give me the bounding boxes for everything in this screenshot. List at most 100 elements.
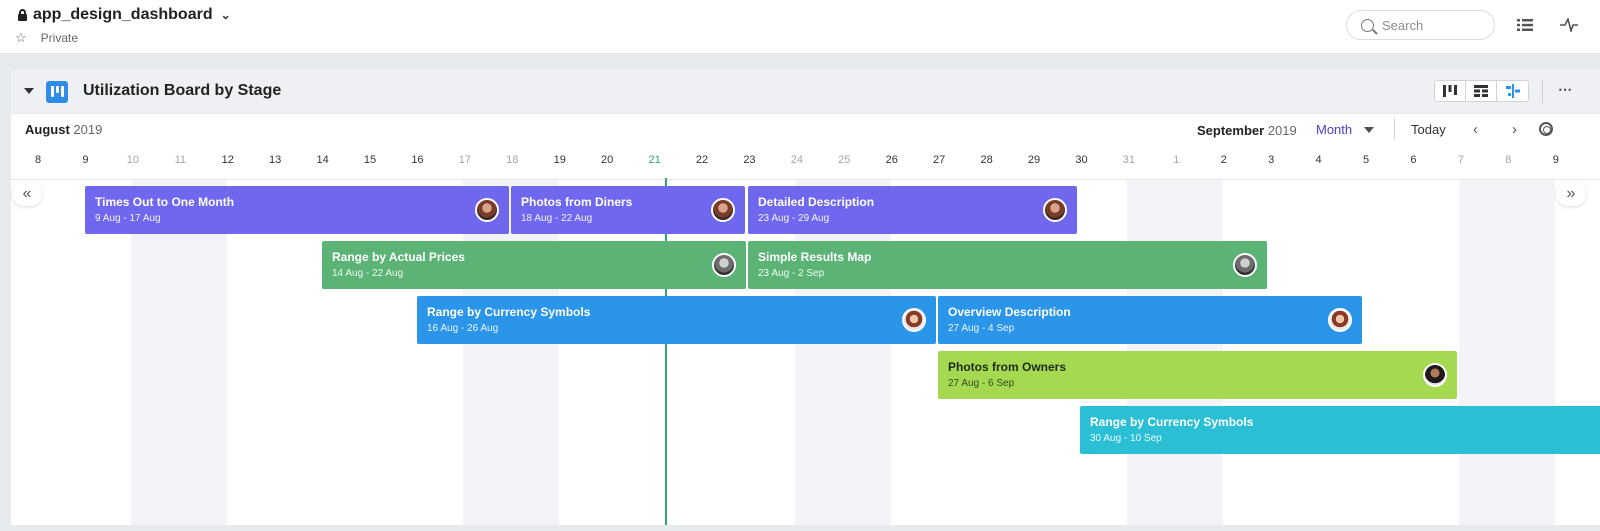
task-bar[interactable]: Simple Results Map 23 Aug - 2 Sep	[748, 241, 1267, 289]
task-dates: 16 Aug - 26 Aug	[427, 323, 499, 334]
board-view-icon[interactable]	[1435, 81, 1466, 101]
avatar[interactable]	[1043, 198, 1067, 222]
avatar[interactable]	[1328, 308, 1352, 332]
day-label: 12	[221, 154, 234, 166]
today-button[interactable]: Today	[1411, 122, 1446, 137]
task-bar[interactable]: Photos from Diners 18 Aug - 22 Aug	[511, 186, 745, 234]
task-bar[interactable]: Range by Currency Symbols 16 Aug - 26 Au…	[417, 296, 936, 344]
day-label: 26	[885, 154, 898, 166]
task-bar[interactable]: Photos from Owners 27 Aug - 6 Sep	[938, 351, 1457, 399]
top-bar: app_design_dashboard ⌄ ☆ Private	[0, 0, 1600, 54]
task-title: Photos from Owners	[948, 360, 1067, 374]
task-title: Times Out to One Month	[95, 195, 235, 209]
project-name: app_design_dashboard	[33, 6, 213, 23]
list-view-icon[interactable]	[1514, 14, 1536, 36]
day-label: 3	[1268, 154, 1275, 166]
day-label: 18	[506, 154, 519, 166]
task-dates: 27 Aug - 4 Sep	[948, 323, 1015, 334]
day-label: 9	[1552, 154, 1559, 166]
search-input[interactable]	[1382, 17, 1472, 33]
more-options-icon[interactable]: ⋯	[1558, 81, 1573, 98]
caret-down-icon	[1364, 126, 1375, 133]
avatar[interactable]	[712, 253, 736, 277]
day-label: 7	[1457, 154, 1464, 166]
day-label: 29	[1027, 154, 1041, 166]
task-dates: 18 Aug - 22 Aug	[521, 213, 593, 224]
search-icon	[1361, 18, 1374, 32]
board-icon	[46, 81, 68, 103]
day-label: 16	[411, 154, 424, 166]
scale-dropdown[interactable]: Month	[1316, 122, 1375, 137]
task-title: Detailed Description	[758, 195, 875, 209]
day-label: 30	[1075, 154, 1088, 166]
table-view-icon[interactable]	[1466, 81, 1497, 101]
day-label: 5	[1362, 154, 1370, 166]
task-bar[interactable]: Overview Description 27 Aug - 4 Sep	[938, 296, 1362, 344]
day-label: 2	[1220, 154, 1227, 166]
left-month-label: August 2019	[25, 122, 103, 137]
gear-icon[interactable]	[1539, 122, 1553, 136]
day-label: 20	[601, 154, 614, 166]
scroll-left-icon[interactable]: «	[12, 182, 42, 206]
next-icon[interactable]: ›	[1512, 121, 1517, 138]
star-icon[interactable]: ☆	[15, 30, 27, 46]
board-title: Utilization Board by Stage	[83, 82, 282, 99]
weekend-column	[1459, 180, 1555, 525]
timeline-grid: Times Out to One Month 9 Aug - 17 Aug Ph…	[11, 178, 1600, 525]
task-bar[interactable]: Range by Currency Symbols 30 Aug - 10 Se…	[1080, 406, 1600, 454]
day-label: 25	[838, 154, 851, 166]
day-label: 24	[790, 154, 803, 166]
avatar[interactable]	[1233, 253, 1257, 277]
task-title: Photos from Diners	[521, 195, 633, 209]
task-title: Range by Currency Symbols	[427, 305, 591, 319]
day-label: 14	[316, 154, 329, 166]
scroll-right-icon[interactable]: »	[1556, 182, 1586, 206]
task-dates: 14 Aug - 22 Aug	[332, 268, 404, 279]
avatar[interactable]	[1423, 363, 1447, 387]
day-label: 1	[1173, 154, 1180, 166]
day-axis: 8 9 10 11 12 13 14 15 16 17 18 19 20 21 22 23 24 25 26 27 28…	[11, 148, 1600, 180]
chevron-down-icon[interactable]: ⌄	[221, 8, 231, 22]
right-month-label: September 2019	[1197, 123, 1297, 138]
day-label: 8	[1505, 154, 1512, 166]
task-title: Range by Currency Symbols	[1090, 415, 1254, 429]
collapse-arrow-icon[interactable]	[24, 88, 34, 94]
activity-icon[interactable]	[1558, 14, 1580, 36]
view-toggle	[1434, 80, 1529, 102]
task-dates: 27 Aug - 6 Sep	[948, 378, 1015, 389]
task-dates: 9 Aug - 17 Aug	[95, 213, 161, 224]
day-label: 22	[695, 154, 709, 166]
divider	[1542, 79, 1543, 103]
task-title: Simple Results Map	[758, 250, 872, 264]
day-label: 27	[933, 154, 946, 166]
day-label: 15	[363, 154, 377, 166]
avatar[interactable]	[711, 198, 735, 222]
search-box[interactable]	[1346, 10, 1495, 40]
task-title: Range by Actual Prices	[332, 250, 465, 264]
project-title[interactable]: app_design_dashboard ⌄	[18, 6, 231, 24]
avatar[interactable]	[475, 198, 499, 222]
day-label: 28	[980, 154, 993, 166]
day-label: 17	[458, 154, 471, 166]
task-dates: 30 Aug - 10 Sep	[1090, 433, 1162, 444]
day-label: 10	[126, 154, 139, 166]
day-label: 6	[1410, 154, 1417, 166]
day-label: 4	[1315, 154, 1322, 166]
timeline-view-icon[interactable]	[1497, 81, 1528, 101]
task-title: Overview Description	[948, 305, 1071, 319]
avatar[interactable]	[902, 308, 926, 332]
day-label: 19	[553, 154, 566, 166]
day-label: 31	[1122, 154, 1135, 166]
previous-icon[interactable]: ‹	[1473, 121, 1478, 138]
task-dates: 23 Aug - 2 Sep	[758, 268, 825, 279]
day-label: 23	[743, 154, 756, 166]
day-label: 11	[174, 154, 186, 166]
task-bar[interactable]: Range by Actual Prices 14 Aug - 22 Aug	[322, 241, 746, 289]
task-bar[interactable]: Detailed Description 23 Aug - 29 Aug	[748, 186, 1077, 234]
lock-icon	[18, 9, 27, 21]
task-bar[interactable]: Times Out to One Month 9 Aug - 17 Aug	[85, 186, 509, 234]
task-dates: 23 Aug - 29 Aug	[758, 213, 830, 224]
day-label: 21	[648, 154, 661, 166]
day-label: 13	[269, 154, 282, 166]
board-header: Utilization Board by Stage ⋯	[11, 70, 1600, 114]
